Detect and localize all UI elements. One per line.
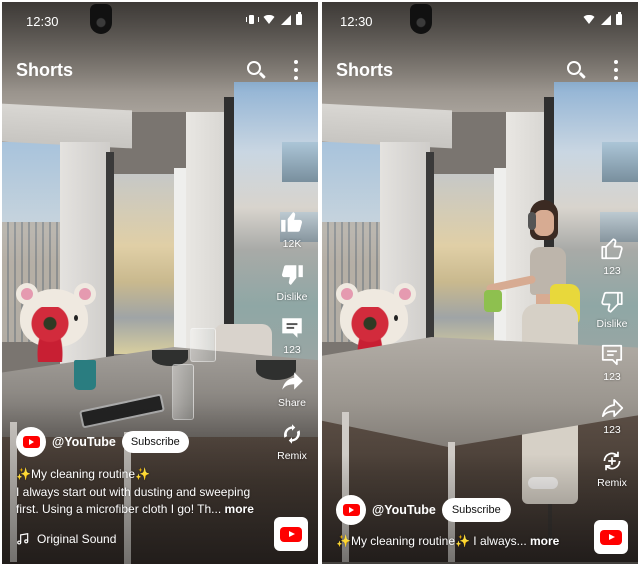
channel-handle[interactable]: @YouTube — [372, 503, 436, 517]
video-title: My cleaning routine — [30, 467, 136, 481]
subscribe-button[interactable]: Subscribe — [441, 498, 511, 522]
remix-outline-icon — [597, 446, 627, 476]
shorts-screen-left: 12:30 Shorts 12K Dislike 123 Share Remix… — [2, 2, 318, 564]
youtube-app-button[interactable] — [594, 520, 628, 554]
status-bar: 12:30 — [2, 2, 318, 38]
thumb-up-filled-icon — [277, 207, 307, 237]
shorts-screen-right: 12:30 Shorts 123 Dislike 123 123 Remix @… — [322, 2, 638, 564]
more-link[interactable]: more — [530, 534, 559, 548]
scene-window-frame — [494, 168, 506, 368]
comment-outline-icon — [597, 340, 627, 370]
like-button[interactable]: 123 — [590, 234, 634, 277]
dislike-label: Dislike — [596, 318, 628, 330]
share-button[interactable]: 123 — [590, 393, 634, 436]
comment-filled-icon — [277, 313, 307, 343]
cellular-signal-icon — [601, 14, 611, 25]
youtube-logo-icon — [22, 436, 40, 448]
camera-cutout — [90, 4, 112, 34]
wifi-icon — [262, 15, 276, 24]
scene-balcony — [602, 142, 638, 182]
sparkle-emoji: ✨ — [455, 534, 470, 548]
like-count: 123 — [603, 265, 621, 277]
sparkle-emoji: ✨ — [336, 534, 351, 548]
youtube-logo-icon — [600, 529, 622, 545]
page-title: Shorts — [336, 60, 394, 80]
scene-window-middle — [434, 174, 494, 354]
scene-flower-bouquet — [30, 307, 70, 362]
like-count: 12K — [282, 238, 302, 250]
channel-row: @YouTube Subscribe — [16, 427, 189, 457]
scene-balcony — [282, 142, 318, 182]
video-description[interactable]: ✨My cleaning routine✨ I always start out… — [16, 466, 266, 519]
subscribe-button[interactable]: Subscribe — [121, 431, 189, 453]
wifi-icon — [582, 15, 596, 24]
youtube-logo-icon — [342, 504, 360, 516]
thumb-down-filled-icon — [277, 260, 307, 290]
sparkle-emoji: ✨ — [16, 467, 31, 481]
cellular-signal-icon — [281, 14, 291, 25]
description-text: I always start out with dusting and swee… — [16, 484, 251, 517]
music-note-icon — [17, 533, 29, 545]
more-link[interactable]: more — [225, 502, 254, 516]
channel-handle[interactable]: @YouTube — [52, 435, 116, 449]
like-button[interactable]: 12K — [270, 207, 314, 250]
action-rail: 123 Dislike 123 123 Remix — [590, 234, 634, 489]
video-title: My cleaning routine — [350, 534, 456, 548]
comments-button[interactable]: 123 — [590, 340, 634, 383]
sparkle-emoji: ✨ — [135, 467, 150, 481]
video-description[interactable]: ✨My cleaning routine✨ I always... more — [336, 533, 586, 551]
channel-avatar[interactable] — [336, 495, 366, 525]
status-bar: 12:30 — [322, 2, 638, 38]
channel-avatar[interactable] — [16, 427, 46, 457]
comment-count: 123 — [603, 371, 621, 383]
search-button[interactable] — [564, 58, 588, 82]
share-button[interactable]: Share — [270, 366, 314, 409]
camera-cutout — [410, 4, 432, 34]
sound-label: Original Sound — [37, 532, 117, 546]
thumb-up-outline-icon — [597, 234, 627, 264]
shorts-header: Shorts — [322, 54, 638, 86]
status-time: 12:30 — [26, 14, 59, 29]
scene-cup — [74, 360, 96, 390]
channel-row: @YouTube Subscribe — [336, 495, 511, 525]
scene-window-middle — [114, 174, 174, 354]
scene-pillar-edge — [106, 152, 114, 382]
battery-icon — [616, 12, 622, 25]
share-outline-icon — [597, 393, 627, 423]
dislike-button[interactable]: Dislike — [590, 287, 634, 330]
remix-button[interactable]: Remix — [270, 419, 314, 462]
action-rail: 12K Dislike 123 Share Remix — [270, 207, 314, 462]
more-options-button[interactable] — [608, 58, 624, 82]
search-button[interactable] — [244, 58, 268, 82]
scene-window-frame — [174, 168, 186, 368]
thumb-down-outline-icon — [597, 287, 627, 317]
more-options-button[interactable] — [288, 58, 304, 82]
dislike-label: Dislike — [276, 291, 308, 303]
description-text: I always... — [469, 534, 527, 548]
share-filled-icon — [277, 366, 307, 396]
remix-button[interactable]: Remix — [590, 446, 634, 489]
remix-label: Remix — [597, 477, 627, 489]
youtube-logo-icon — [280, 526, 302, 542]
remix-label: Remix — [277, 450, 307, 462]
status-time: 12:30 — [340, 14, 373, 29]
shorts-header: Shorts — [2, 54, 318, 86]
share-count: 123 — [603, 424, 621, 436]
sound-row[interactable]: Original Sound — [16, 532, 116, 546]
scene-window-frame-right — [224, 97, 234, 357]
share-label: Share — [277, 397, 307, 409]
youtube-app-button[interactable] — [274, 517, 308, 551]
comment-count: 123 — [283, 344, 301, 356]
remix-filled-icon — [277, 419, 307, 449]
battery-icon — [296, 12, 302, 25]
dislike-button[interactable]: Dislike — [270, 260, 314, 303]
comments-button[interactable]: 123 — [270, 313, 314, 356]
vibrate-icon — [246, 15, 259, 24]
scene-jar — [190, 328, 216, 362]
page-title: Shorts — [16, 60, 74, 80]
